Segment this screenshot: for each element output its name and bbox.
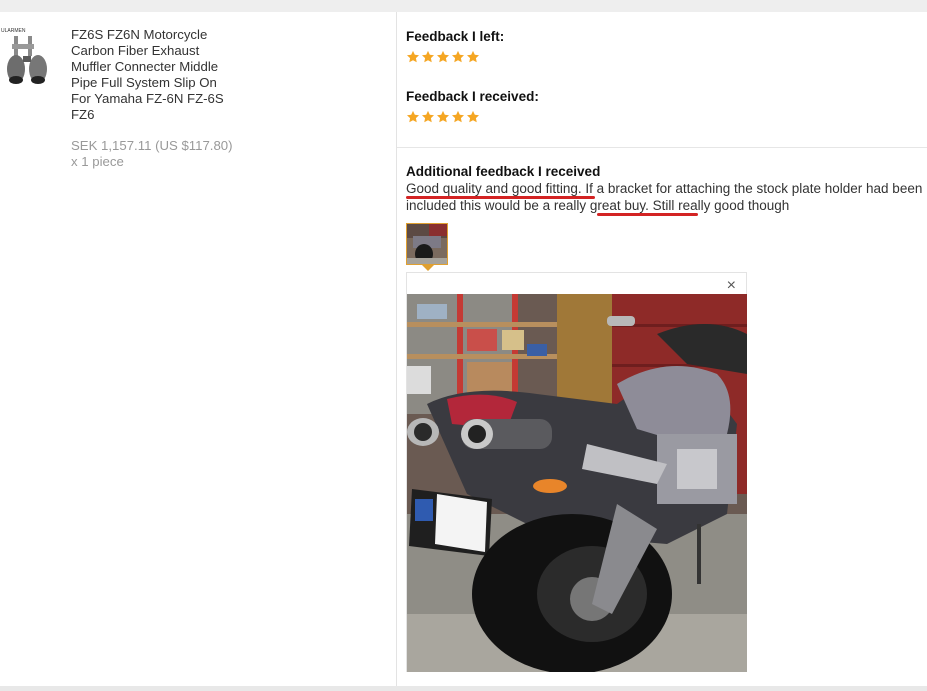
product-title-line: For Yamaha FZ-6N FZ-6S [71,91,224,106]
comment-highlight-1: Good quality and good fitting [406,181,578,196]
motorcycle-photo [407,294,747,672]
star-icon [436,110,450,123]
feedback-received-label: Feedback I received: [406,89,539,104]
product-title-line: FZ6 [71,107,95,122]
star-icon [406,110,420,123]
feedback-left-label: Feedback I left: [406,29,505,44]
comment-text-end: . Still really good though [645,197,790,213]
product-title[interactable]: FZ6S FZ6N Motorcycle Carbon Fiber Exhaus… [71,27,246,123]
star-icon [466,110,480,123]
close-icon[interactable]: × [727,277,736,295]
bottom-bar [0,686,927,691]
star-icon [451,50,465,63]
comment-highlight-2: really great buy [553,197,646,213]
red-underline [597,213,698,216]
red-underline [406,196,595,199]
feedback-received-stars [406,110,480,124]
star-icon [421,50,435,63]
product-thumbnail[interactable]: ULARMEN [0,24,54,90]
svg-text:ULARMEN: ULARMEN [1,28,26,34]
star-icon [421,110,435,123]
feedback-photo-thumbnail[interactable] [406,223,448,265]
star-icon [436,50,450,63]
photo-preview: × [406,272,747,672]
star-icon [466,50,480,63]
star-icon [406,50,420,63]
section-divider [397,147,927,148]
product-title-line: Carbon Fiber Exhaust [71,43,200,58]
top-bar [0,0,927,12]
feedback-left-stars [406,50,480,64]
thumbnail-pointer [421,264,435,271]
motorcycle-thumbnail-image [407,224,447,264]
star-icon [451,110,465,123]
product-quantity: x 1 piece [71,154,124,169]
additional-feedback-title: Additional feedback I received [406,164,601,179]
product-title-line: Muffler Connecter Middle [71,59,219,74]
column-divider [396,12,397,686]
product-price: SEK 1,157.11 (US $117.80) [71,138,233,153]
product-title-line: FZ6S FZ6N Motorcycle [71,27,208,42]
product-title-line: Pipe Full System Slip On [71,75,217,90]
